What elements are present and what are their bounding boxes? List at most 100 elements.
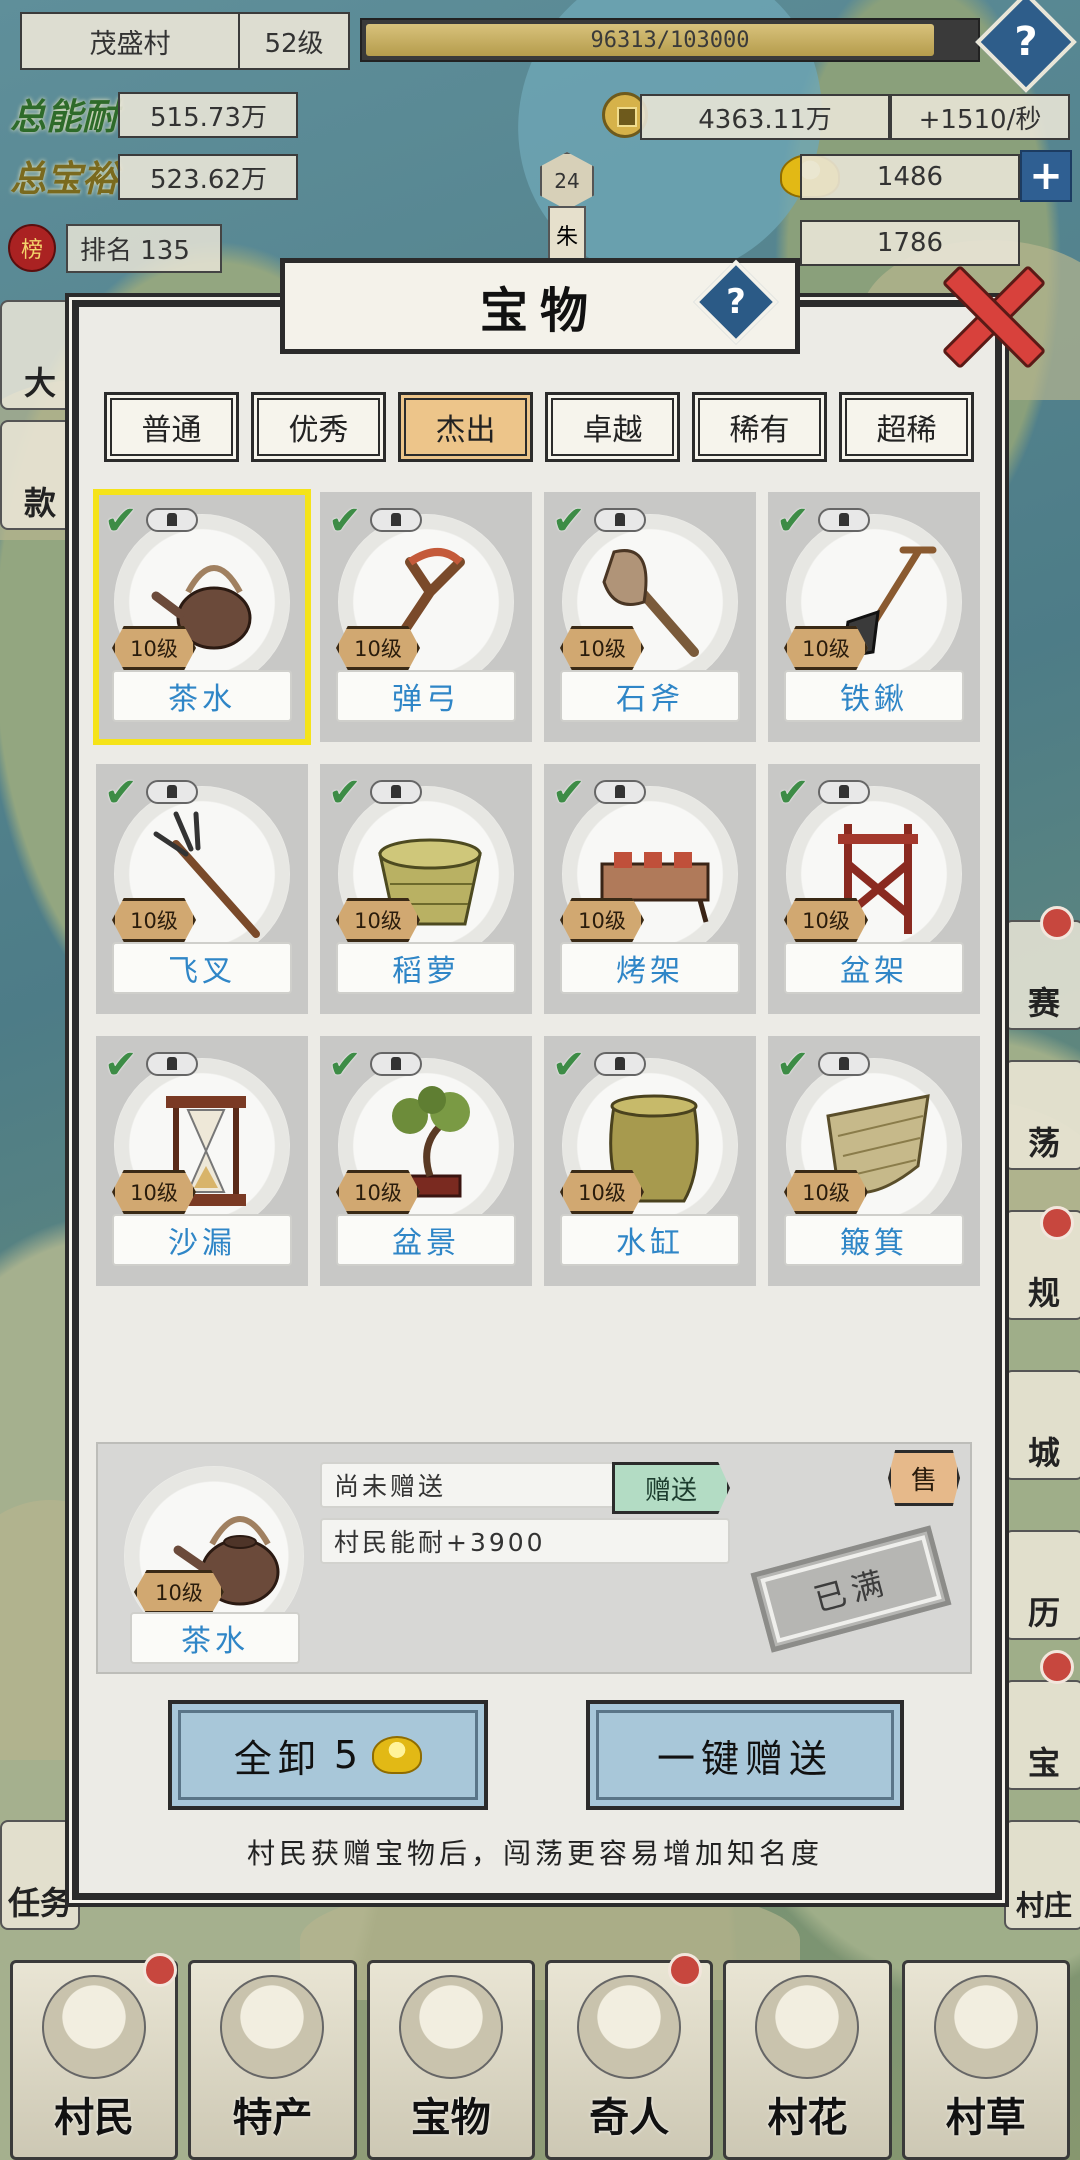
gift-all-button[interactable]: 一键赠送 xyxy=(586,1700,904,1810)
notification-dot xyxy=(1040,1650,1074,1684)
hint-text: 村民获赠宝物后，闯荡更容易增加知名度 xyxy=(246,1837,823,1870)
lock-icon xyxy=(818,508,870,532)
treasure-icon xyxy=(398,1975,503,2079)
side-button-label: 村庄 xyxy=(1015,1889,1072,1922)
side-button-right-6[interactable]: 宝 xyxy=(1004,1680,1080,1790)
tab-superb[interactable]: 卓越 xyxy=(545,392,680,462)
side-button-village[interactable]: 村庄 xyxy=(1004,1820,1080,1930)
woman-portrait-icon xyxy=(755,1975,860,2079)
treasure-name: 烤架 xyxy=(560,942,740,994)
tab-rare[interactable]: 稀有 xyxy=(692,392,827,462)
village-xp-bar: 96313/103000 xyxy=(360,18,980,62)
lock-icon xyxy=(370,508,422,532)
notification-dot xyxy=(143,1953,177,1987)
man-portrait-icon xyxy=(933,1975,1038,2079)
ingots-value: 1486 xyxy=(800,154,1020,200)
unload-all-button[interactable]: 全卸 5 xyxy=(168,1700,488,1810)
check-icon: ✔ xyxy=(776,1042,810,1088)
side-button-right-5[interactable]: 历 xyxy=(1004,1530,1080,1640)
nav-treasures[interactable]: 宝物 xyxy=(366,1960,535,2160)
bonus-text: 村民能耐+3900 xyxy=(320,1518,730,1564)
notification-dot xyxy=(1040,906,1074,940)
nav-village-hunk[interactable]: 村草 xyxy=(901,1960,1070,2160)
treasure-card[interactable]: ✔ 10级 铁鍬 xyxy=(768,492,980,742)
check-icon: ✔ xyxy=(328,770,362,816)
total-wealth-value: 523.62万 xyxy=(118,154,298,200)
treasure-card[interactable]: ✔ 10级 簸箕 xyxy=(768,1036,980,1286)
treasure-card[interactable]: ✔ 10级 盆景 xyxy=(320,1036,532,1286)
treasure-card[interactable]: ✔ 10级 沙漏 xyxy=(96,1036,308,1286)
lock-icon xyxy=(146,780,198,804)
check-icon: ✔ xyxy=(552,1042,586,1088)
gift-status: 尚未赠送 xyxy=(320,1462,620,1508)
level-badge: 10级 xyxy=(560,626,644,670)
check-icon: ✔ xyxy=(328,498,362,544)
coins-value: 4363.11万 xyxy=(640,94,890,140)
treasure-name: 飞叉 xyxy=(112,942,292,994)
tab-outstanding[interactable]: 杰出 xyxy=(398,392,533,462)
add-ingots-button[interactable]: + xyxy=(1020,150,1072,202)
rarity-tabs: 普通 优秀 杰出 卓越 稀有 超稀 xyxy=(104,392,974,462)
bottom-nav: 村民 特产 宝物 奇人 村花 村草 xyxy=(0,1953,1080,2160)
treasure-card[interactable]: ✔ 10级 盆架 xyxy=(768,764,980,1014)
side-button-label: 规 xyxy=(1027,1274,1060,1312)
side-button-right-4[interactable]: 城 xyxy=(1004,1370,1080,1480)
side-button-tasks[interactable]: 任务 xyxy=(0,1820,80,1930)
level-badge: 10级 xyxy=(784,1170,868,1214)
treasure-card[interactable]: ✔ 10级 稻萝 xyxy=(320,764,532,1014)
level-badge: 10级 xyxy=(336,626,420,670)
unload-cost: 5 xyxy=(333,1733,365,1777)
sell-button[interactable]: 售 xyxy=(888,1450,960,1506)
nav-specialties[interactable]: 特产 xyxy=(188,1960,357,2160)
side-button-right-2[interactable]: 荡 xyxy=(1004,1060,1080,1170)
treasure-card[interactable]: ✔ 10级 飞叉 xyxy=(96,764,308,1014)
lock-icon xyxy=(818,780,870,804)
lock-icon xyxy=(594,508,646,532)
close-icon[interactable] xyxy=(936,262,1046,372)
level-badge: 10级 xyxy=(112,626,196,670)
side-button-label: 任务 xyxy=(7,1884,72,1922)
lock-icon xyxy=(594,1052,646,1076)
side-button-label: 城 xyxy=(1027,1434,1060,1472)
treasure-card[interactable]: ✔ 10级 水缸 xyxy=(544,1036,756,1286)
unload-all-label: 全卸 xyxy=(233,1736,322,1781)
person-portrait-icon xyxy=(577,1975,682,2079)
nav-odd-people[interactable]: 奇人 xyxy=(544,1953,714,2160)
level-badge: 10级 xyxy=(336,1170,420,1214)
lock-icon xyxy=(818,1052,870,1076)
nav-label: 奇人 xyxy=(589,2095,670,2141)
detail-level-badge: 10级 xyxy=(134,1570,224,1614)
rank-display[interactable]: 榜 排名 135 xyxy=(8,223,222,273)
side-button-label: 赛 xyxy=(1027,984,1060,1022)
level-badge: 10级 xyxy=(112,898,196,942)
lock-icon xyxy=(594,780,646,804)
level-badge: 10级 xyxy=(336,898,420,942)
treasure-name: 盆架 xyxy=(784,942,964,994)
tab-excellent[interactable]: 优秀 xyxy=(251,392,386,462)
gift-button[interactable]: 赠送 xyxy=(612,1462,730,1514)
side-button-left-1[interactable]: 大 xyxy=(0,300,80,410)
grain-sack-icon xyxy=(220,1975,325,2079)
tab-super-rare[interactable]: 超稀 xyxy=(839,392,974,462)
treasure-name: 稻萝 xyxy=(336,942,516,994)
side-button-right-1[interactable]: 赛 xyxy=(1004,920,1080,1030)
nav-village-belle[interactable]: 村花 xyxy=(723,1960,892,2160)
side-button-label: 荡 xyxy=(1027,1124,1060,1162)
tab-common[interactable]: 普通 xyxy=(104,392,239,462)
treasure-card[interactable]: ✔ 10级 弹弓 xyxy=(320,492,532,742)
total-ability-label: 总能耐 xyxy=(10,96,119,138)
check-icon: ✔ xyxy=(104,770,138,816)
treasure-name: 簸箕 xyxy=(784,1214,964,1266)
nav-villagers[interactable]: 村民 xyxy=(10,1953,179,2160)
lock-icon xyxy=(146,1052,198,1076)
treasure-card[interactable]: ✔ 10级 烤架 xyxy=(544,764,756,1014)
treasure-card[interactable]: ✔ 10级 石斧 xyxy=(544,492,756,742)
village-name[interactable]: 茂盛村 xyxy=(20,12,240,70)
total-ability-value: 515.73万 xyxy=(118,92,298,138)
nav-label: 村民 xyxy=(54,2095,135,2141)
treasure-detail-panel: 10级 茶水 尚未赠送 赠送 村民能耐+3900 售 已满 xyxy=(96,1442,972,1674)
treasure-card[interactable]: ✔ 10级 茶水 xyxy=(93,489,311,745)
check-icon: ✔ xyxy=(104,498,138,544)
side-button-left-2[interactable]: 款 xyxy=(0,420,80,530)
treasure-name: 盆景 xyxy=(336,1214,516,1266)
